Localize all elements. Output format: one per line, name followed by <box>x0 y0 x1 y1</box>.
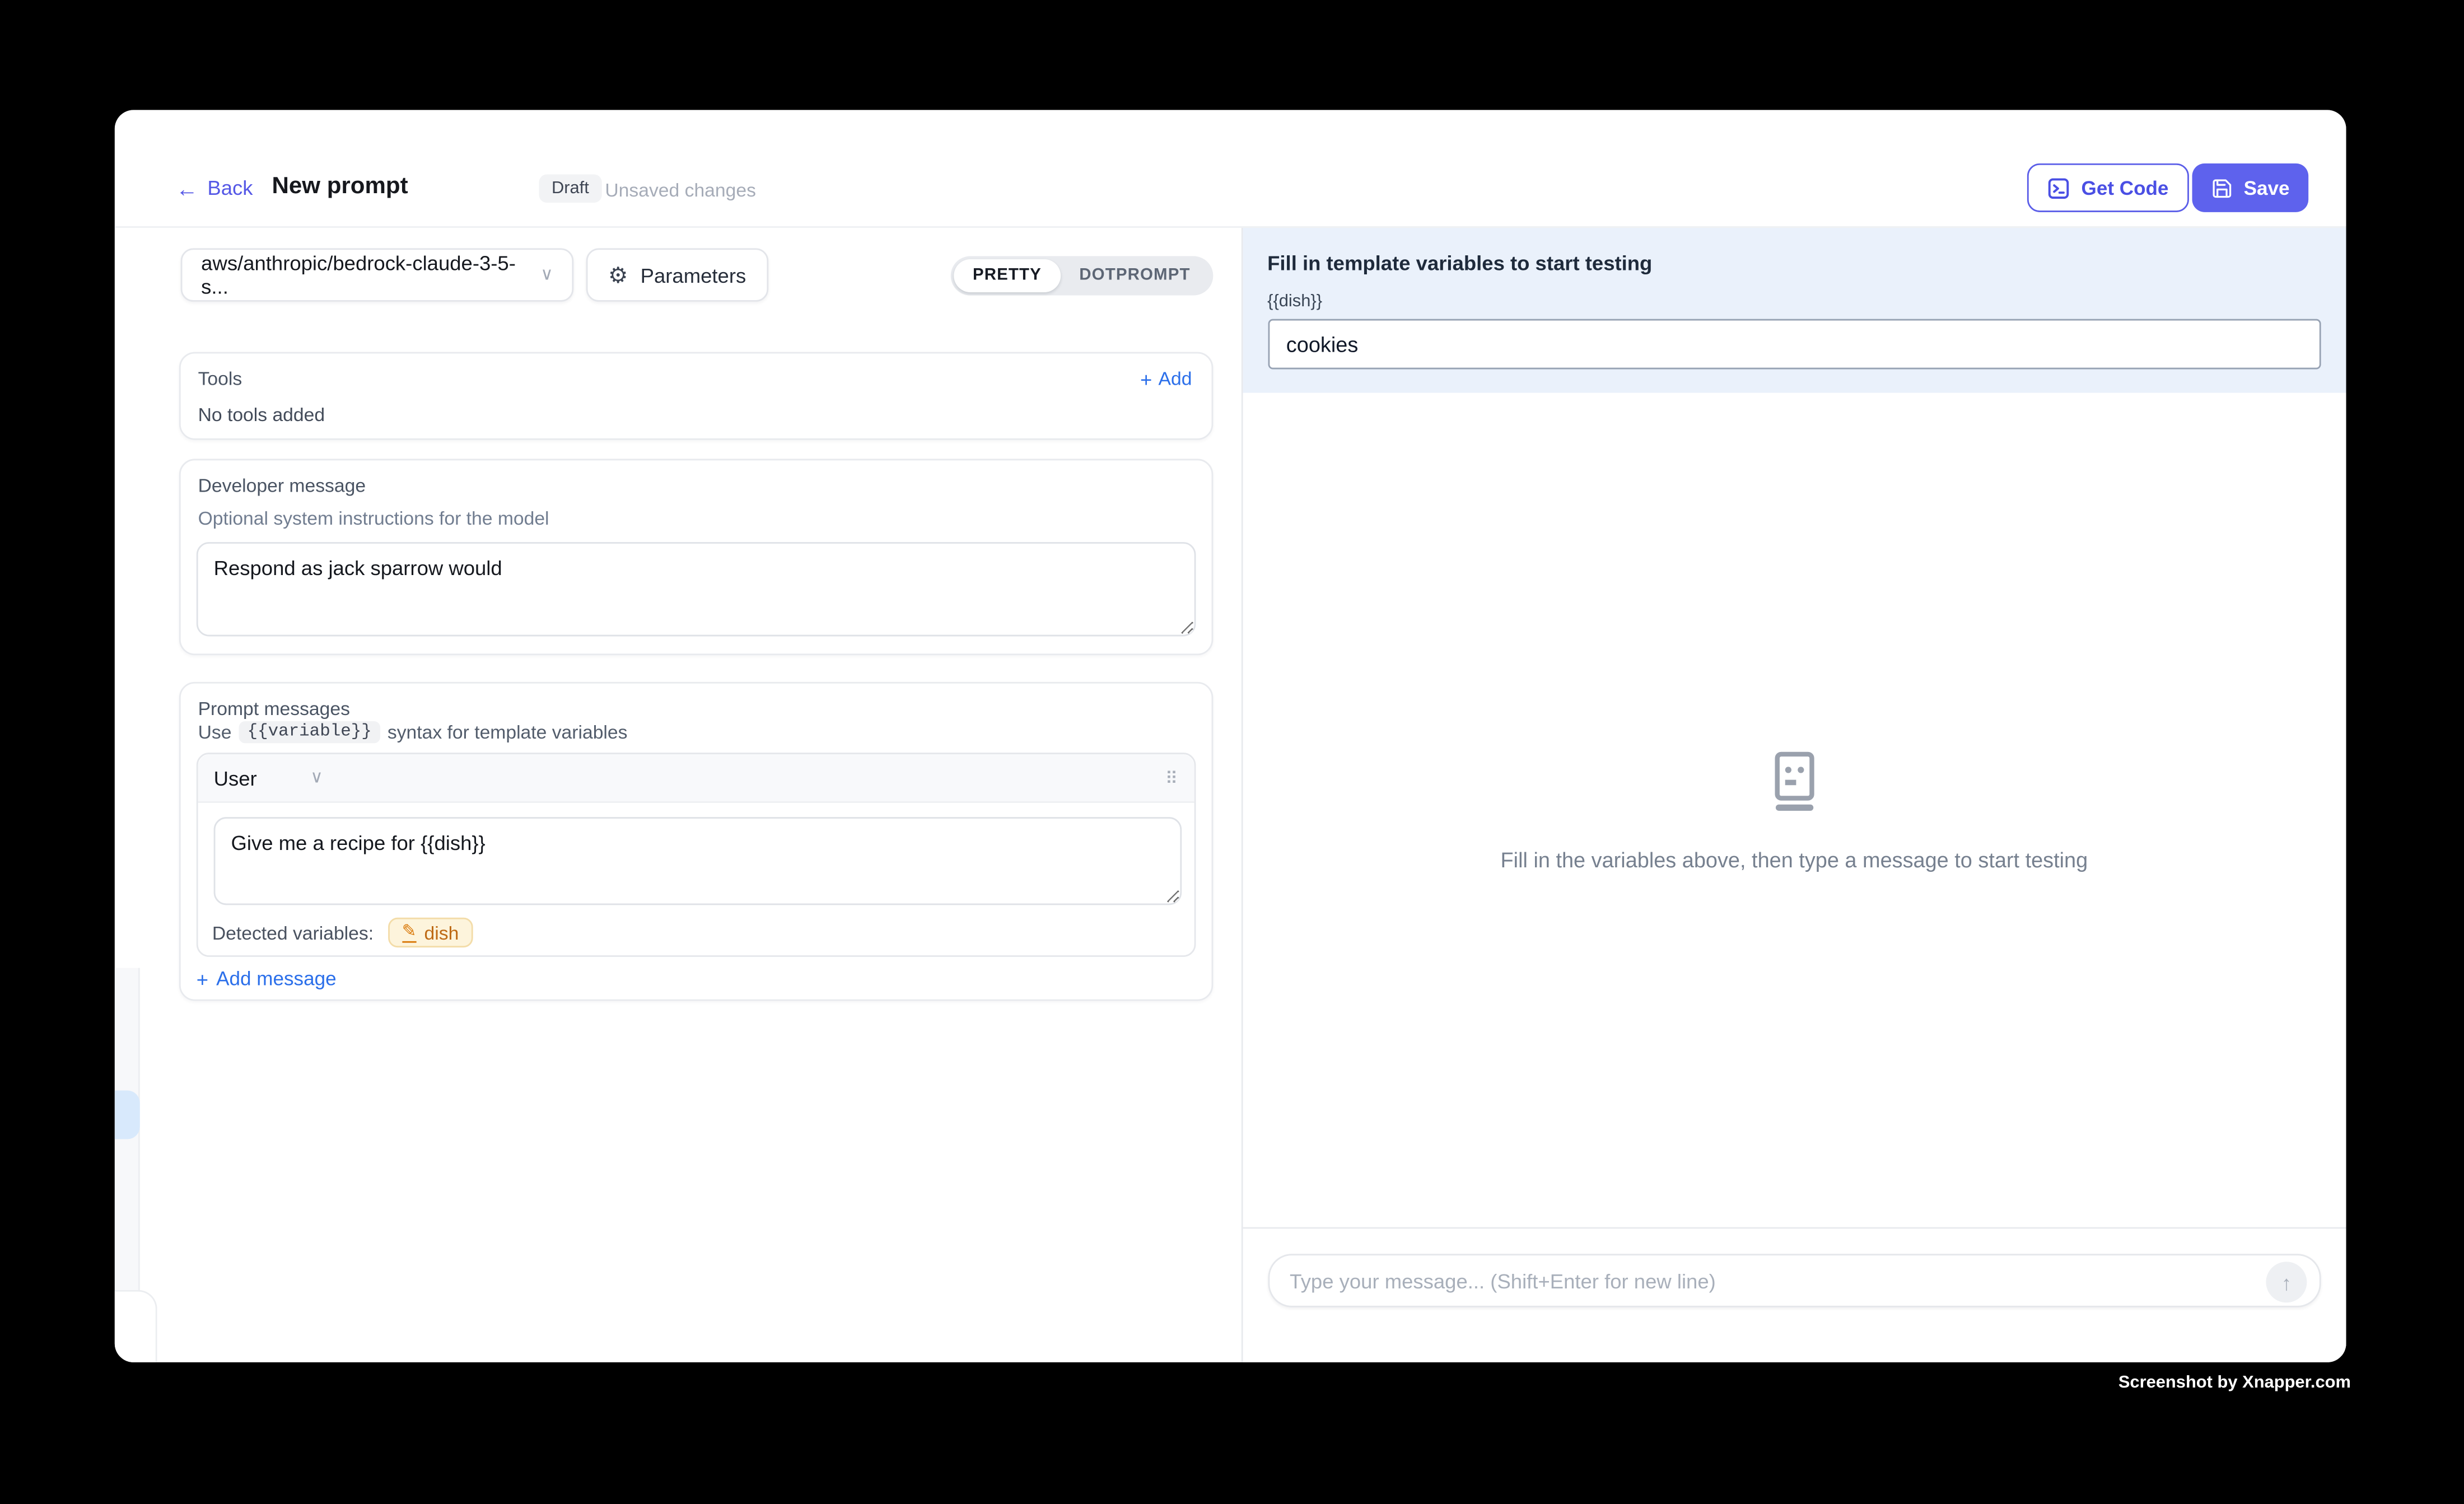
developer-message-card: Developer message Optional system instru… <box>179 459 1212 655</box>
pencil-icon: ✎ <box>402 923 417 942</box>
detected-variables-row: Detected variables: ✎ dish <box>212 918 473 947</box>
variable-chip[interactable]: ✎ dish <box>388 918 473 947</box>
variable-chip-label: dish <box>424 922 459 943</box>
drag-handle-grip-icon[interactable]: ⠿ <box>1165 768 1178 788</box>
plus-icon: + <box>1140 368 1152 389</box>
get-code-label: Get Code <box>2082 177 2169 199</box>
add-message-button[interactable]: + Add message <box>197 968 337 990</box>
add-message-label: Add message <box>216 968 336 990</box>
plus-icon: + <box>197 969 208 989</box>
view-toggle: PRETTY DOTPROMPT <box>951 255 1212 295</box>
back-label: Back <box>207 176 253 199</box>
back-arrow-icon: ← <box>176 177 198 199</box>
add-tool-label: Add <box>1159 368 1192 390</box>
content: aws/anthropic/bedrock-claude-3-5-s... ∨ … <box>115 228 2346 1362</box>
message-block: User ∨ ⠿ Give me a recipe for {{dish}} D… <box>197 753 1195 957</box>
message-input[interactable] <box>1269 1269 2320 1292</box>
app-window: ← Back New prompt Draft Unsaved changes … <box>115 110 2346 1362</box>
prompt-editor-panel: aws/anthropic/bedrock-claude-3-5-s... ∨ … <box>115 228 1242 1362</box>
test-panel: Fill in template variables to start test… <box>1242 228 2346 1362</box>
send-arrow-icon: ↑ <box>2281 1271 2292 1294</box>
bottom-left-popover-corner <box>115 1290 157 1362</box>
composer-bar: ↑ <box>1242 1227 2346 1362</box>
toggle-pretty[interactable]: PRETTY <box>954 259 1060 292</box>
chevron-down-icon: ∨ <box>540 267 553 284</box>
topbar: ← Back New prompt Draft Unsaved changes … <box>115 110 2346 227</box>
variable-code-chip: {{variable}} <box>239 721 379 743</box>
variables-section: Fill in template variables to start test… <box>1242 228 2346 393</box>
get-code-button[interactable]: Get Code <box>2028 164 2189 212</box>
message-header: User ∨ ⠿ <box>198 754 1194 803</box>
developer-message-title: Developer message <box>198 474 366 496</box>
unsaved-changes-status: Unsaved changes <box>605 179 756 201</box>
role-label: User <box>214 766 257 790</box>
parameters-label: Parameters <box>641 263 746 287</box>
composer: ↑ <box>1267 1254 2321 1307</box>
prompt-messages-card: Prompt messages Use {{variable}} syntax … <box>179 682 1212 1001</box>
chevron-down-icon: ∨ <box>310 769 323 787</box>
back-button[interactable]: ← Back <box>176 176 253 199</box>
save-button[interactable]: Save <box>2192 164 2308 212</box>
save-label: Save <box>2244 177 2290 199</box>
tools-empty-text: No tools added <box>198 404 325 426</box>
role-select[interactable]: User ∨ <box>214 766 323 790</box>
model-select[interactable]: aws/anthropic/bedrock-claude-3-5-s... ∨ <box>181 248 574 301</box>
gear-icon: ⚙ <box>608 264 628 286</box>
robot-icon <box>1763 749 1826 815</box>
developer-message-textarea[interactable]: Respond as jack sparrow would <box>197 542 1195 636</box>
variable-label: {{dish}} <box>1267 292 1322 311</box>
chat-empty-state: Fill in the variables above, then type a… <box>1242 393 2346 1227</box>
prompt-messages-title: Prompt messages <box>198 698 350 720</box>
watermark: Screenshot by Xnapper.com <box>2118 1374 2351 1393</box>
variables-title: Fill in template variables to start test… <box>1267 251 1652 275</box>
page-title: New prompt <box>272 173 408 200</box>
template-syntax-hint: Use {{variable}} syntax for template var… <box>198 721 628 743</box>
tools-title: Tools <box>198 368 242 390</box>
hint-prefix: Use <box>198 721 232 743</box>
hint-suffix: syntax for template variables <box>388 721 628 743</box>
message-textarea[interactable]: Give me a recipe for {{dish}} <box>214 817 1181 905</box>
model-row: aws/anthropic/bedrock-claude-3-5-s... ∨ … <box>181 248 1212 301</box>
terminal-icon <box>2048 177 2070 199</box>
empty-state-text: Fill in the variables above, then type a… <box>1501 848 2088 871</box>
developer-message-description: Optional system instructions for the mod… <box>198 507 549 529</box>
draft-badge: Draft <box>539 174 601 203</box>
send-button[interactable]: ↑ <box>2266 1262 2307 1302</box>
parameters-button[interactable]: ⚙ Parameters <box>586 248 768 301</box>
toggle-dotprompt[interactable]: DOTPROMPT <box>1061 259 1210 292</box>
variable-input[interactable] <box>1267 319 2321 370</box>
sidebar-selected-highlight <box>115 1090 139 1139</box>
save-icon <box>2211 177 2233 199</box>
detected-variables-label: Detected variables: <box>212 922 374 943</box>
tools-card: Tools + Add No tools added <box>179 352 1212 440</box>
model-select-value: aws/anthropic/bedrock-claude-3-5-s... <box>201 251 540 298</box>
screenshot-stage: ← Back New prompt Draft Unsaved changes … <box>0 0 2464 1503</box>
add-tool-button[interactable]: + Add <box>1140 368 1192 390</box>
